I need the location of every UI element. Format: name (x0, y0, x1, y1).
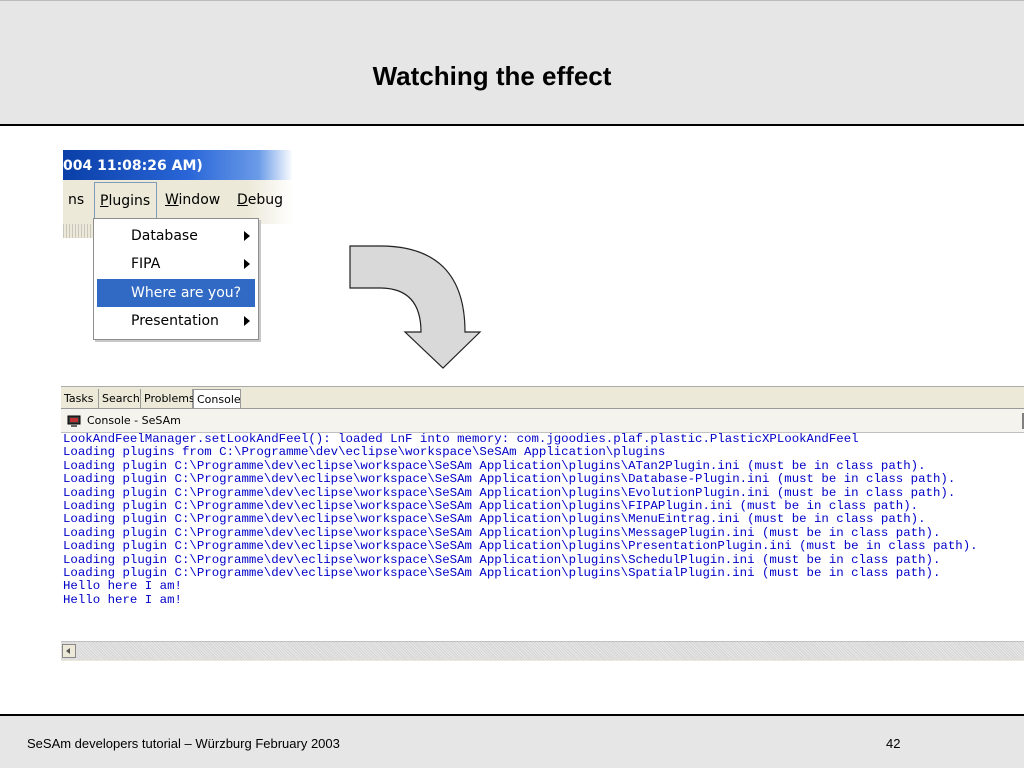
console-line: Loading plugin C:\Programme\dev\eclipse\… (63, 472, 956, 487)
footer-text: SeSAm developers tutorial – Würzburg Feb… (27, 736, 340, 751)
curved-down-arrow-icon (349, 245, 482, 369)
dropdown-item-fipa[interactable]: FIPA (97, 250, 255, 278)
dropdown-item-database[interactable]: Database (97, 222, 255, 250)
submenu-arrow-icon (244, 259, 250, 269)
console-output[interactable]: LookAndFeelManager.setLookAndFeel(): loa… (61, 433, 1024, 641)
view-tabbar: Tasks Search Problems Console (61, 387, 1024, 409)
scroll-left-button[interactable] (62, 644, 76, 658)
page-number: 42 (886, 736, 901, 751)
menu-item-plugins[interactable]: Plugins (94, 182, 157, 220)
dropdown-item-where-are-you[interactable]: Where are you? (97, 279, 255, 307)
console-line: Hello here I am! (63, 592, 182, 607)
console-line: Loading plugin C:\Programme\dev\eclipse\… (63, 552, 941, 567)
console-line: Loading plugin C:\Programme\dev\eclipse\… (63, 485, 956, 500)
console-line: Loading plugin C:\Programme\dev\eclipse\… (63, 512, 926, 527)
menu-screenshot: 004 11:08:26 AM) ns Plugins Window Debug… (63, 150, 293, 350)
console-line: Loading plugin C:\Programme\dev\eclipse\… (63, 566, 941, 581)
tab-tasks[interactable]: Tasks (61, 389, 99, 409)
slide-title: Watching the effect (372, 61, 612, 91)
submenu-arrow-icon (244, 231, 250, 241)
tab-console[interactable]: Console (193, 389, 241, 409)
menu-item-window[interactable]: Window (160, 180, 225, 220)
menu-item-ns[interactable]: ns (63, 180, 89, 220)
tab-search[interactable]: Search (99, 389, 141, 409)
console-line: Loading plugins from C:\Programme\dev\ec… (63, 445, 666, 460)
console-line: Loading plugin C:\Programme\dev\eclipse\… (63, 525, 941, 540)
console-line: Loading plugin C:\Programme\dev\eclipse\… (63, 458, 926, 473)
console-view-header: Console - SeSAm (61, 409, 1024, 433)
console-line: LookAndFeelManager.setLookAndFeel(): loa… (63, 433, 859, 446)
horizontal-scrollbar[interactable] (61, 641, 1024, 660)
slide-footer: SeSAm developers tutorial – Würzburg Feb… (0, 714, 1024, 768)
submenu-arrow-icon (244, 316, 250, 326)
console-line: Loading plugin C:\Programme\dev\eclipse\… (63, 499, 919, 514)
console-screenshot: Tasks Search Problems Console Console - … (61, 386, 1024, 661)
titlebar-text: 004 11:08:26 AM) (63, 158, 203, 174)
dropdown-item-presentation[interactable]: Presentation (97, 307, 255, 335)
menu-item-debug[interactable]: Debug (232, 180, 288, 220)
console-line: Hello here I am! (63, 579, 182, 594)
console-line: Loading plugin C:\Programme\dev\eclipse\… (63, 539, 978, 554)
scroll-left-arrow-icon (66, 648, 70, 654)
slide-header: Watching the effect (0, 0, 1024, 126)
console-view-title: Console - SeSAm (87, 414, 181, 427)
window-titlebar: 004 11:08:26 AM) (63, 150, 293, 180)
toolbar-grip (63, 224, 94, 238)
tab-problems[interactable]: Problems (141, 389, 195, 409)
plugins-dropdown: Database FIPA Where are you? Presentatio… (93, 218, 259, 340)
console-icon (67, 415, 81, 427)
